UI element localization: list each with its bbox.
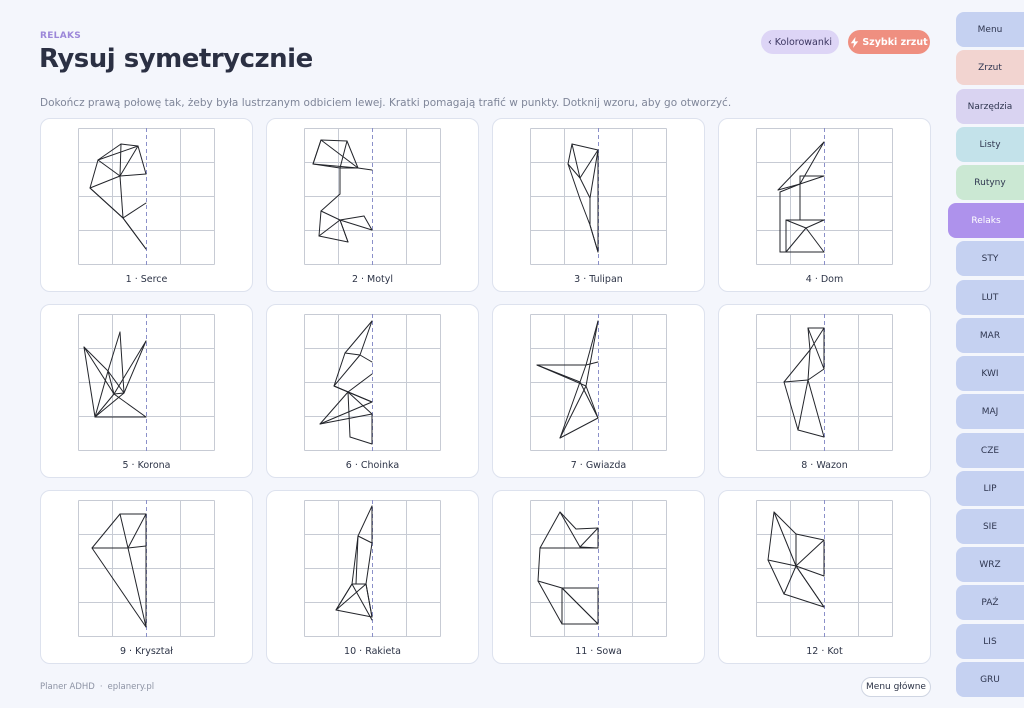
sidebar-tab-label: Menu bbox=[977, 24, 1003, 35]
pattern-card[interactable]: 6 · Choinka bbox=[266, 304, 479, 478]
pattern-card-label: 11 · Sowa bbox=[575, 646, 622, 657]
sidebar-tab-label: Rutyny bbox=[974, 177, 1006, 188]
sidebar-tab-cze[interactable]: CZE bbox=[956, 433, 1024, 468]
symmetry-grid bbox=[530, 500, 667, 637]
sidebar-tab-label: LUT bbox=[981, 292, 999, 303]
symmetry-grid bbox=[78, 500, 215, 637]
sidebar-tab-sty[interactable]: STY bbox=[956, 241, 1024, 276]
pattern-card-label: 5 · Korona bbox=[122, 460, 171, 471]
sidebar-tab-lip[interactable]: LIP bbox=[956, 471, 1024, 506]
sidebar-tab-rutyny[interactable]: Rutyny bbox=[956, 165, 1024, 200]
grid-lines bbox=[530, 314, 667, 451]
symmetry-grid bbox=[530, 314, 667, 451]
sidebar-tab-lis[interactable]: LIS bbox=[956, 624, 1024, 659]
sidebar-tab-lut[interactable]: LUT bbox=[956, 280, 1024, 315]
symmetry-grid bbox=[304, 314, 441, 451]
symmetry-grid bbox=[78, 314, 215, 451]
pattern-card[interactable]: 5 · Korona bbox=[40, 304, 253, 478]
footer-brand: Planer ADHD bbox=[40, 682, 95, 692]
main-menu-button[interactable]: Menu główne bbox=[861, 677, 931, 697]
sidebar-tab-label: MAJ bbox=[981, 406, 999, 417]
pattern-card[interactable]: 10 · Rakieta bbox=[266, 490, 479, 664]
pattern-card-label: 8 · Wazon bbox=[801, 460, 848, 471]
sidebar-tab-label: WRZ bbox=[979, 559, 1001, 570]
sidebar-tab-maj[interactable]: MAJ bbox=[956, 394, 1024, 429]
symmetry-grid bbox=[530, 128, 667, 265]
sidebar-tab-zrzut[interactable]: Zrzut bbox=[956, 50, 1024, 85]
symmetry-grid bbox=[756, 500, 893, 637]
pattern-card-label: 10 · Rakieta bbox=[344, 646, 401, 657]
pattern-card[interactable]: 4 · Dom bbox=[718, 118, 931, 292]
pattern-card[interactable]: 11 · Sowa bbox=[492, 490, 705, 664]
left-half-pattern bbox=[536, 320, 599, 439]
sidebar-tab-narzędzia[interactable]: Narzędzia bbox=[956, 89, 1024, 124]
symmetry-grid bbox=[756, 314, 893, 451]
grid-lines bbox=[304, 128, 441, 265]
sidebar-tab-label: GRU bbox=[980, 674, 1000, 685]
pattern-card-label: 2 · Motyl bbox=[351, 274, 394, 285]
pattern-card[interactable]: 1 · Serce bbox=[40, 118, 253, 292]
sidebar-tab-paź[interactable]: PAŹ bbox=[956, 585, 1024, 620]
grid-lines bbox=[78, 314, 215, 451]
pattern-card-label: 9 · Kryształ bbox=[119, 646, 174, 657]
sidebar-tab-kwi[interactable]: KWI bbox=[956, 356, 1024, 391]
lightning-icon bbox=[851, 36, 859, 48]
sidebar-tab-label: Relaks bbox=[971, 215, 1001, 226]
left-half-pattern bbox=[567, 143, 599, 253]
pattern-card[interactable]: 8 · Wazon bbox=[718, 304, 931, 478]
pattern-card-label: 6 · Choinka bbox=[345, 460, 400, 471]
symmetry-grid bbox=[304, 500, 441, 637]
coloring-pages-label: ‹ Kolorowanki bbox=[767, 36, 833, 48]
sidebar-tab-label: CZE bbox=[980, 445, 1000, 456]
pattern-card[interactable]: 3 · Tulipan bbox=[492, 118, 705, 292]
left-half-pattern bbox=[83, 331, 147, 418]
pattern-card[interactable]: 9 · Kryształ bbox=[40, 490, 253, 664]
sidebar-tab-label: PAŹ bbox=[981, 597, 999, 608]
symmetry-grid bbox=[304, 128, 441, 265]
sidebar-tab-listy[interactable]: Listy bbox=[956, 127, 1024, 162]
left-half-pattern bbox=[91, 513, 147, 628]
sidebar-tab-label: MAR bbox=[979, 330, 1001, 341]
quick-capture-button[interactable]: Szybki zrzut bbox=[848, 30, 930, 54]
sidebar-tab-label: KWI bbox=[981, 368, 999, 379]
sidebar-tab-mar[interactable]: MAR bbox=[956, 318, 1024, 353]
footer-site: eplanery.pl bbox=[107, 682, 155, 692]
symmetry-grid bbox=[78, 128, 215, 265]
main-menu-label: Menu główne bbox=[866, 682, 926, 692]
left-half-pattern bbox=[312, 139, 373, 243]
pattern-card-label: 7 · Gwiazda bbox=[570, 460, 627, 471]
sidebar-tab-label: STY bbox=[981, 253, 999, 264]
sidebar-tab-relaks[interactable]: Relaks bbox=[948, 203, 1024, 238]
sidebar-tab-label: SIE bbox=[982, 521, 998, 532]
sidebar-tab-menu[interactable]: Menu bbox=[956, 12, 1024, 47]
sidebar-tab-sie[interactable]: SIE bbox=[956, 509, 1024, 544]
pattern-card-label: 3 · Tulipan bbox=[574, 274, 623, 285]
pattern-card[interactable]: 2 · Motyl bbox=[266, 118, 479, 292]
pattern-card[interactable]: 7 · Gwiazda bbox=[492, 304, 705, 478]
left-half-pattern bbox=[767, 511, 825, 608]
pattern-grid: 1 · Serce 2 · Motyl 3 · Tulipan 4 · Dom 5 · … bbox=[40, 118, 931, 665]
page-subtitle: Dokończ prawą połowę tak, żeby była lust… bbox=[40, 97, 732, 109]
sidebar-tab-label: Narzędzia bbox=[967, 101, 1013, 112]
footer-credits: Planer ADHD · eplanery.pl bbox=[40, 682, 155, 692]
sidebar-tab-gru[interactable]: GRU bbox=[956, 662, 1024, 697]
pattern-card[interactable]: 12 · Kot bbox=[718, 490, 931, 664]
sidebar-tab-label: Listy bbox=[979, 139, 1001, 150]
pattern-card-label: 12 · Kot bbox=[806, 646, 843, 657]
coloring-pages-button[interactable]: ‹ Kolorowanki bbox=[761, 30, 839, 54]
sidebar-tab-label: LIP bbox=[983, 483, 997, 494]
sidebar-tab-label: LIS bbox=[983, 636, 997, 647]
grid-lines bbox=[756, 128, 893, 265]
page-title: Rysuj symetrycznie bbox=[39, 44, 313, 74]
sidebar-tab-wrz[interactable]: WRZ bbox=[956, 547, 1024, 582]
pattern-card-label: 1 · Serce bbox=[125, 274, 168, 285]
quick-capture-label: Szybki zrzut bbox=[862, 36, 928, 48]
sidebar-tab-label: Zrzut bbox=[978, 62, 1002, 73]
pattern-card-label: 4 · Dom bbox=[805, 274, 844, 285]
symmetry-grid bbox=[756, 128, 893, 265]
section-kicker: RELAKS bbox=[40, 31, 82, 41]
